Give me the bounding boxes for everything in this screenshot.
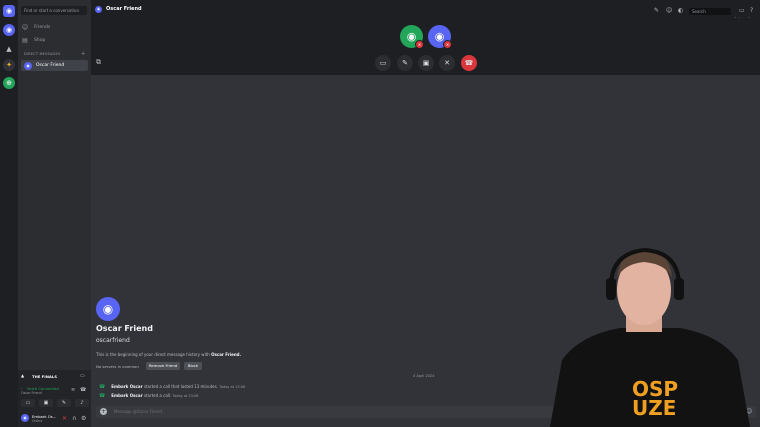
friends-icon: ☺	[21, 23, 29, 31]
server-logo-icon: ▲	[21, 373, 25, 378]
screen-share-button[interactable]: ▣	[418, 55, 434, 71]
dm-item-label: Oscar Friend	[36, 63, 65, 68]
message-time: Today at 13:06	[172, 394, 199, 398]
voice-panel: ▲ THE FINALS ▭ ⫶ Voice Connected Oscar F…	[18, 370, 91, 427]
message-time: Today at 13:06	[219, 385, 246, 389]
create-dm-icon[interactable]: +	[81, 51, 85, 57]
profile-avatar: ◉	[96, 297, 120, 321]
nav-friends[interactable]: ☺ Friends	[21, 22, 88, 32]
camera-toggle-button[interactable]: ▭	[375, 55, 391, 71]
voice-channel: Oscar Friend	[21, 391, 42, 395]
inbox-icon[interactable]: ▭	[739, 7, 745, 14]
nav-friends-label: Friends	[34, 24, 51, 30]
dm-item-oscar-friend[interactable]: ◉ Oscar Friend	[21, 60, 88, 71]
server-icon[interactable]: ✦	[3, 59, 15, 71]
headphones-icon[interactable]: ∩	[72, 415, 76, 422]
message-text: started a call that lasted 13 minutes.	[143, 384, 218, 389]
add-friend-icon[interactable]: ☺	[666, 7, 672, 14]
date-label: 4 April 2024	[411, 374, 437, 378]
server-chat-icon[interactable]: ▭	[80, 373, 85, 379]
user-avatar[interactable]: ◉	[21, 414, 29, 422]
pin-icon[interactable]: ✎	[654, 7, 659, 14]
discord-home-icon[interactable]: ◉	[3, 5, 15, 17]
headphone-left	[606, 278, 616, 300]
message-placeholder: Message @Oscar Friend	[114, 409, 162, 414]
settings-gear-icon[interactable]: ⚙	[81, 415, 86, 422]
attach-plus-icon[interactable]: +	[100, 408, 107, 415]
the-finals-server-icon[interactable]: ▲	[3, 43, 15, 55]
headphone-right	[674, 278, 684, 300]
call-participant-avatar[interactable]: ◉ ✕	[428, 25, 452, 49]
conversation-search-input[interactable]: Find or start a conversation	[21, 6, 87, 15]
help-icon[interactable]: ?	[750, 7, 753, 14]
profile-username: oscarfriend	[96, 337, 130, 344]
nav-shop-label: Shop	[34, 37, 46, 43]
search-input[interactable]: Search	[689, 8, 731, 15]
avatar: ◉	[24, 61, 32, 70]
share-screen-button[interactable]: ▣	[39, 399, 53, 407]
message-author[interactable]: Embark Oscar	[111, 384, 142, 389]
list-item: ☎ Embark Oscar started a call. Today at 1…	[99, 393, 199, 399]
muted-icon: ✕	[415, 40, 424, 49]
camera-button[interactable]: ▭	[21, 399, 35, 407]
dm-sidebar: Find or start a conversation ☺ Friends ▤…	[18, 0, 91, 370]
top-header: ◉ Oscar Friend ✎ ☺ ◐ Search ▭ ? Inputs A…	[91, 0, 760, 21]
call-participant-avatar[interactable]: ◉ ✕	[400, 25, 424, 49]
servers-in-common[interactable]: No servers in common	[96, 364, 139, 369]
message-author[interactable]: Embark Oscar	[111, 393, 142, 398]
mute-toggle-button[interactable]: ✕	[439, 55, 455, 71]
header-avatar: ◉	[95, 6, 102, 13]
intro-text: This is the beginning of your direct mes…	[96, 352, 241, 357]
message-text: started a call.	[143, 393, 172, 398]
soundboard-button[interactable]: ♪	[75, 399, 89, 407]
intro-prefix: This is the beginning of your direct mes…	[96, 352, 212, 357]
phone-icon: ☎	[99, 393, 106, 399]
dm-header: DIRECT MESSAGES	[24, 52, 61, 56]
remove-friend-button[interactable]: Remove Friend	[146, 362, 180, 370]
call-area: ◉ ✕ ◉ ✕ ⧉ ▭ ✎ ▣ ✕ ☎	[91, 18, 760, 75]
user-profile-icon[interactable]: ◐	[678, 7, 683, 14]
muted-icon: ✕	[443, 40, 452, 49]
disconnect-icon[interactable]: ☎	[80, 387, 86, 393]
nav-shop[interactable]: ▤ Shop	[21, 35, 88, 45]
noise-suppression-icon[interactable]: ≋	[71, 387, 75, 393]
profile-name: Oscar Friend	[96, 324, 153, 333]
activity-button[interactable]: ✎	[57, 399, 71, 407]
user-status: Online	[32, 419, 43, 423]
hang-up-button[interactable]: ☎	[461, 55, 477, 71]
phone-icon: ☎	[99, 384, 106, 390]
page-title: Oscar Friend	[106, 6, 142, 12]
webcam-overlay: OSP UZE	[550, 247, 750, 427]
dm-avatar-icon[interactable]: ◉	[3, 24, 15, 36]
mute-icon[interactable]: ✕	[62, 415, 67, 422]
server-name: THE FINALS	[32, 374, 57, 379]
server-rail: ◉ ◉ ▲ ✦ ⊕	[0, 0, 18, 427]
shirt-text-2: UZE	[632, 396, 676, 420]
activity-launch-button[interactable]: ✎	[397, 55, 413, 71]
block-button[interactable]: Block	[184, 362, 202, 370]
explore-servers-icon[interactable]: ⊕	[3, 77, 15, 89]
intro-name: Oscar Friend.	[211, 352, 242, 357]
popout-icon[interactable]: ⧉	[96, 58, 101, 67]
shop-icon: ▤	[22, 36, 28, 44]
list-item: ☎ Embark Oscar started a call that lasted…	[99, 384, 245, 390]
